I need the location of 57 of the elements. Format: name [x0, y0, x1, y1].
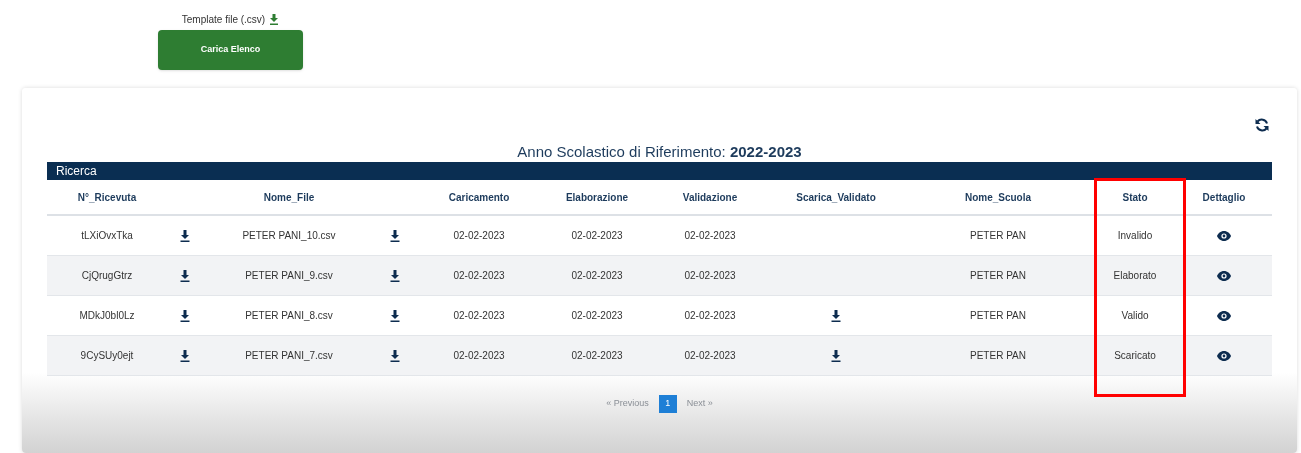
file-name-cell-text: PETER PANI_9.csv: [245, 269, 333, 283]
column-header: Validazione: [682, 190, 738, 205]
download-icon[interactable]: [390, 309, 400, 322]
status-cell-text: Elaborato: [1113, 269, 1157, 283]
download-icon[interactable]: [390, 229, 400, 242]
date-cell-text: 02-02-2023: [571, 269, 623, 283]
date-cell-text: 02-02-2023: [453, 309, 505, 323]
date-cell-text: 02-02-2023: [453, 269, 505, 283]
search-bar[interactable]: Ricerca: [47, 162, 1272, 180]
column-header: Dettaglio: [1202, 190, 1246, 205]
eye-icon[interactable]: [1217, 310, 1231, 321]
date-cell-text: 02-02-2023: [571, 349, 623, 363]
column-header: Caricamento: [448, 190, 510, 205]
receipt-cell-text: 9CySUy0ejt: [80, 349, 134, 363]
receipt-cell-text: MDkJ0bl0Lz: [79, 309, 135, 323]
upload-button[interactable]: Carica Elenco: [158, 30, 303, 70]
file-name-cell-text: PETER PANI_7.csv: [245, 349, 333, 363]
template-label: Template file (.csv): [181, 13, 266, 27]
file-name-cell-text: PETER PANI_8.csv: [245, 309, 333, 323]
page-button[interactable]: 1: [658, 395, 677, 413]
column-header: N°_Ricevuta: [77, 190, 137, 205]
download-icon[interactable]: [831, 309, 841, 322]
download-icon[interactable]: [390, 349, 400, 362]
status-cell-text: Scaricato: [1114, 349, 1156, 363]
school-cell-text: PETER PAN: [970, 349, 1026, 363]
column-header: Nome_File: [263, 190, 315, 205]
date-cell-text: 02-02-2023: [684, 349, 736, 363]
date-cell-text: 02-02-2023: [684, 269, 736, 283]
date-cell-text: 02-02-2023: [453, 349, 505, 363]
column-header: Elaborazione: [565, 190, 629, 205]
date-cell-text: 02-02-2023: [684, 229, 736, 243]
download-icon[interactable]: [180, 229, 190, 242]
school-cell-text: PETER PAN: [970, 269, 1026, 283]
file-name-cell-text: PETER PANI_10.csv: [242, 229, 336, 243]
date-cell-text: 02-02-2023: [684, 309, 736, 323]
download-icon[interactable]: [180, 269, 190, 282]
column-header: Nome_Scuola: [964, 190, 1032, 205]
receipt-cell-text: tLXiOvxTka: [81, 229, 133, 243]
column-header: Scarica_Validato: [796, 190, 876, 205]
date-cell-text: 02-02-2023: [571, 309, 623, 323]
school-cell-text: PETER PAN: [970, 309, 1026, 323]
download-icon[interactable]: [180, 309, 190, 322]
eye-icon[interactable]: [1217, 350, 1231, 361]
status-cell-text: Invalido: [1117, 229, 1153, 243]
date-cell-text: 02-02-2023: [453, 229, 505, 243]
column-header: Stato: [1122, 190, 1148, 205]
school-year-title: Anno Scolastico di Riferimento: 2022-2023: [516, 142, 803, 162]
refresh-icon[interactable]: [1254, 117, 1270, 133]
download-icon[interactable]: [180, 349, 190, 362]
eye-icon[interactable]: [1217, 230, 1231, 241]
date-cell-text: 02-02-2023: [571, 229, 623, 243]
download-icon[interactable]: [390, 269, 400, 282]
receipt-cell-text: CjQrugGtrz: [81, 269, 133, 283]
status-cell-text: Valido: [1121, 309, 1149, 323]
eye-icon[interactable]: [1217, 270, 1231, 281]
school-cell-text: PETER PAN: [970, 229, 1026, 243]
download-icon[interactable]: [831, 349, 841, 362]
